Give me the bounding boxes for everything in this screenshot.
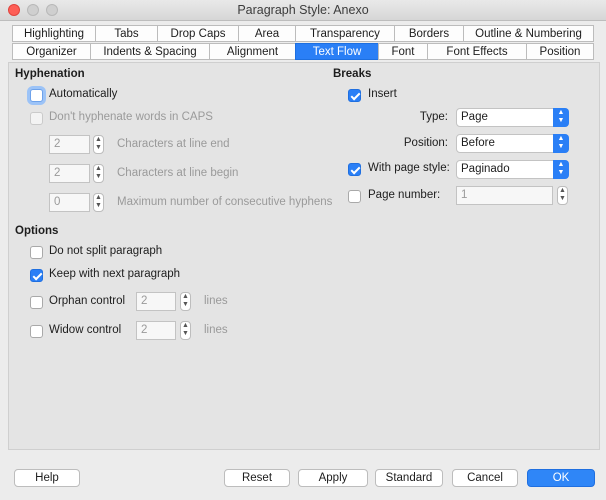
chevron-updown-icon: ▲ ▼ bbox=[553, 108, 569, 127]
chars-line-end-input[interactable]: 2 bbox=[49, 135, 90, 154]
tab-indents-spacing[interactable]: Indents & Spacing bbox=[90, 43, 210, 60]
insert-break-label: Insert bbox=[368, 88, 397, 100]
widow-lines-stepper[interactable]: ▲ ▼ bbox=[180, 321, 191, 340]
keep-with-next-checkbox[interactable] bbox=[30, 269, 43, 282]
page-number-stepper[interactable]: ▲ ▼ bbox=[557, 186, 568, 205]
max-hyphens-input[interactable]: 0 bbox=[49, 193, 90, 212]
do-not-split-label: Do not split paragraph bbox=[49, 245, 163, 257]
widow-control-label: Widow control bbox=[49, 324, 122, 336]
keep-with-next-label: Keep with next paragraph bbox=[49, 268, 181, 280]
do-not-split-checkbox[interactable] bbox=[30, 246, 43, 259]
reset-button[interactable]: Reset bbox=[224, 469, 290, 487]
with-page-style-label: With page style: bbox=[368, 162, 450, 174]
tab-drop-caps[interactable]: Drop Caps bbox=[157, 25, 239, 42]
page-number-input[interactable]: 1 bbox=[456, 186, 553, 205]
break-position-select[interactable]: Before ▲ ▼ bbox=[456, 134, 569, 153]
page-number-checkbox[interactable] bbox=[348, 190, 361, 203]
page-style-select[interactable]: Paginado ▲ ▼ bbox=[456, 160, 569, 179]
tab-alignment[interactable]: Alignment bbox=[209, 43, 296, 60]
chars-line-begin-label: Characters at line begin bbox=[117, 167, 239, 179]
tab-outline-numbering[interactable]: Outline & Numbering bbox=[463, 25, 594, 42]
chevron-updown-icon: ▲ ▼ bbox=[553, 160, 569, 179]
chevron-updown-icon: ▲ ▼ bbox=[553, 134, 569, 153]
max-hyphens-stepper[interactable]: ▲ ▼ bbox=[93, 193, 104, 212]
break-type-value: Page bbox=[461, 111, 488, 123]
tab-organizer[interactable]: Organizer bbox=[12, 43, 91, 60]
title-bar: Paragraph Style: Anexo bbox=[0, 0, 606, 21]
tab-highlighting[interactable]: Highlighting bbox=[12, 25, 96, 42]
tab-borders[interactable]: Borders bbox=[394, 25, 464, 42]
tab-font[interactable]: Font bbox=[378, 43, 428, 60]
widow-control-checkbox[interactable] bbox=[30, 325, 43, 338]
chars-line-begin-input[interactable]: 2 bbox=[49, 164, 90, 183]
apply-button[interactable]: Apply bbox=[298, 469, 368, 487]
options-header: Options bbox=[15, 225, 59, 237]
window-title: Paragraph Style: Anexo bbox=[237, 3, 369, 17]
ok-button[interactable]: OK bbox=[527, 469, 595, 487]
break-position-label: Position: bbox=[403, 137, 448, 149]
widow-lines-input[interactable]: 2 bbox=[136, 321, 176, 340]
orphan-lines-stepper[interactable]: ▲ ▼ bbox=[180, 292, 191, 311]
orphan-control-label: Orphan control bbox=[49, 295, 126, 307]
breaks-header: Breaks bbox=[333, 68, 372, 80]
tab-area[interactable]: Area bbox=[238, 25, 296, 42]
break-type-select[interactable]: Page ▲ ▼ bbox=[456, 108, 569, 127]
chars-line-end-label: Characters at line end bbox=[117, 138, 230, 150]
automatically-checkbox[interactable] bbox=[30, 89, 43, 102]
tab-position[interactable]: Position bbox=[526, 43, 594, 60]
cancel-button[interactable]: Cancel bbox=[452, 469, 518, 487]
standard-button[interactable]: Standard bbox=[375, 469, 443, 487]
chars-line-begin-stepper[interactable]: ▲ ▼ bbox=[93, 164, 104, 183]
dont-hyphenate-caps-checkbox[interactable] bbox=[30, 112, 43, 125]
orphan-lines-input[interactable]: 2 bbox=[136, 292, 176, 311]
chars-line-end-stepper[interactable]: ▲ ▼ bbox=[93, 135, 104, 154]
break-type-label: Type: bbox=[419, 111, 448, 123]
help-button[interactable]: Help bbox=[14, 469, 80, 487]
max-hyphens-label: Maximum number of consecutive hyphens bbox=[117, 196, 333, 208]
page-style-value: Paginado bbox=[461, 163, 510, 175]
orphan-control-checkbox[interactable] bbox=[30, 296, 43, 309]
with-page-style-checkbox[interactable] bbox=[348, 163, 361, 176]
orphan-lines-unit: lines bbox=[204, 295, 228, 307]
automatically-label: Automatically bbox=[49, 88, 118, 100]
insert-break-checkbox[interactable] bbox=[348, 89, 361, 102]
hyphenation-header: Hyphenation bbox=[15, 68, 85, 80]
tab-text-flow[interactable]: Text Flow bbox=[295, 43, 379, 60]
tab-tabs[interactable]: Tabs bbox=[95, 25, 158, 42]
tab-transparency[interactable]: Transparency bbox=[295, 25, 395, 42]
dont-hyphenate-caps-label: Don't hyphenate words in CAPS bbox=[49, 111, 213, 123]
widow-lines-unit: lines bbox=[204, 324, 228, 336]
tab-font-effects[interactable]: Font Effects bbox=[427, 43, 527, 60]
page-number-label: Page number: bbox=[368, 189, 441, 201]
break-position-value: Before bbox=[461, 137, 495, 149]
